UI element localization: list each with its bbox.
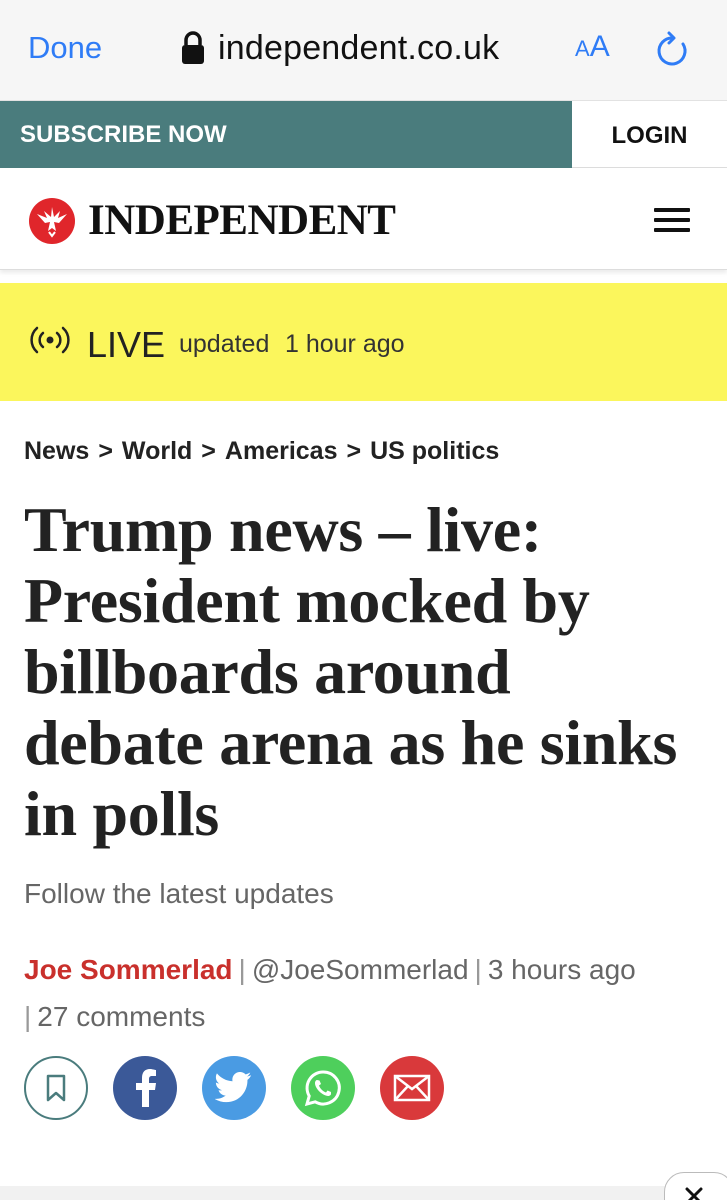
bookmark-icon (46, 1074, 66, 1102)
facebook-share-button[interactable] (113, 1056, 177, 1120)
login-button[interactable]: LOGIN (572, 101, 727, 168)
article-standfirst: Follow the latest updates (24, 878, 334, 909)
masthead: INDEPENDENT (0, 168, 727, 270)
breadcrumb-separator: > (346, 437, 362, 465)
breadcrumb-separator: > (201, 437, 216, 465)
live-label: LIVE (87, 324, 166, 365)
bottom-strip (0, 1186, 727, 1200)
breadcrumb-item-news[interactable]: News (24, 437, 89, 466)
whatsapp-share-button[interactable] (291, 1056, 355, 1120)
publish-time: 3 hours ago (487, 954, 636, 985)
live-updated-time: 1 hour ago (285, 330, 405, 358)
whatsapp-icon (304, 1070, 341, 1107)
text-size-button[interactable]: AA (575, 30, 610, 64)
subscribe-login-bar: SUBSCRIBE NOW LOGIN (0, 101, 727, 168)
author-name[interactable]: Joe Sommerlad (24, 954, 233, 985)
twitter-share-button[interactable] (202, 1056, 266, 1120)
byline-divider: | (474, 954, 482, 985)
share-buttons (24, 1056, 469, 1120)
comments-link[interactable]: 27 comments (37, 1001, 205, 1032)
author-handle[interactable]: @JoeSommerlad (252, 954, 469, 985)
text-size-large-a: A (589, 30, 610, 63)
bookmark-button[interactable] (24, 1056, 88, 1120)
address-bar[interactable]: independent.co.uk (180, 26, 499, 70)
email-icon (393, 1074, 431, 1102)
breadcrumb: News > World > Americas > US politics (24, 437, 499, 466)
twitter-icon (215, 1072, 252, 1103)
lock-icon (182, 31, 204, 64)
breadcrumb-item-us-politics[interactable]: US politics (370, 437, 499, 466)
breadcrumb-item-world[interactable]: World (122, 437, 192, 466)
email-share-button[interactable] (380, 1056, 444, 1120)
byline-divider: | (24, 1001, 32, 1032)
breadcrumb-separator: > (98, 437, 113, 465)
byline-divider: | (238, 954, 246, 985)
close-icon (685, 1187, 703, 1200)
eagle-icon[interactable] (29, 198, 75, 244)
live-updated-label: updated (179, 330, 270, 358)
browser-toolbar: Done independent.co.uk AA (0, 0, 727, 101)
close-ad-button[interactable] (664, 1172, 727, 1200)
hamburger-menu-icon[interactable] (654, 208, 690, 234)
brand-logo-text[interactable]: INDEPENDENT (88, 196, 396, 245)
subscribe-button[interactable]: SUBSCRIBE NOW (0, 101, 572, 168)
article-headline: Trump news – live: President mocked by b… (24, 494, 678, 849)
breadcrumb-item-americas[interactable]: Americas (225, 437, 338, 466)
live-broadcast-icon (30, 326, 70, 354)
text-size-small-a: A (575, 36, 590, 61)
article-byline: Joe Sommerlad | @JoeSommerlad | 3 hours ago … (24, 946, 704, 1040)
live-banner: LIVE updated 1 hour ago (0, 283, 727, 401)
done-button[interactable]: Done (28, 30, 102, 66)
facebook-icon (136, 1069, 156, 1107)
url-text: independent.co.uk (218, 28, 500, 67)
reload-icon[interactable] (655, 30, 691, 68)
